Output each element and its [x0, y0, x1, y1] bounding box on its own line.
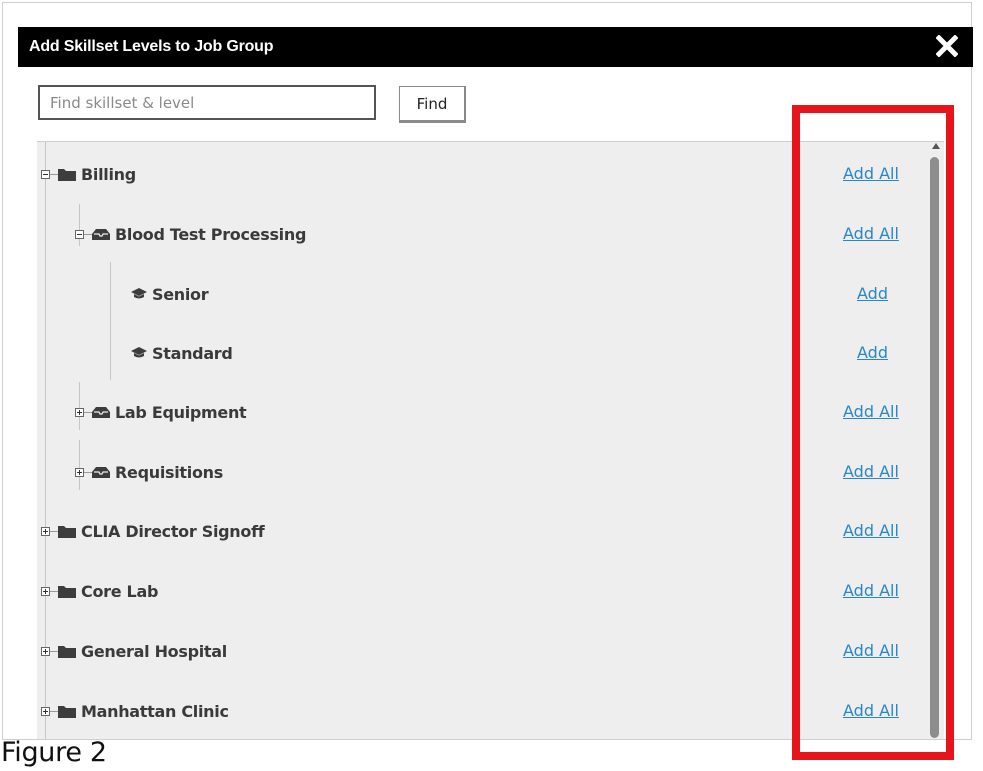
expand-toggle-icon[interactable]: [75, 407, 84, 417]
expand-toggle-icon[interactable]: [41, 526, 50, 536]
close-x-icon[interactable]: [933, 29, 961, 63]
collapse-toggle-icon[interactable]: [41, 169, 50, 179]
add-all-link[interactable]: Add All: [843, 581, 899, 600]
expand-toggle-icon[interactable]: [41, 646, 50, 656]
node-label: Billing: [81, 164, 136, 184]
tree-node-general-hospital[interactable]: General Hospital: [41, 636, 227, 666]
add-all-link[interactable]: Add All: [843, 701, 899, 720]
node-label: General Hospital: [81, 641, 227, 661]
node-label: Senior: [152, 284, 209, 304]
tree-dash: [84, 411, 92, 413]
expand-toggle-icon[interactable]: [41, 586, 50, 596]
folder-icon: [58, 524, 76, 538]
node-label: Lab Equipment: [115, 402, 247, 422]
vertical-scrollbar[interactable]: [927, 141, 943, 738]
expand-toggle-icon[interactable]: [75, 467, 84, 477]
collapse-toggle-icon[interactable]: [75, 229, 84, 239]
tree-dash: [84, 233, 92, 235]
add-all-link[interactable]: Add All: [843, 521, 899, 540]
tree-dash: [50, 710, 58, 712]
folder-icon: [58, 167, 76, 181]
folder-icon: [58, 644, 76, 658]
tree-connector: [110, 262, 111, 380]
tree-node-billing[interactable]: Billing: [41, 159, 136, 189]
scroll-thumb[interactable]: [930, 157, 939, 738]
tree-dash: [50, 590, 58, 592]
figure-caption: Figure 2: [1, 737, 107, 768]
skillset-tree: Billing Add All Blood Test Processing Ad…: [37, 141, 944, 739]
tree-node-requisitions[interactable]: Requisitions: [75, 457, 223, 487]
tree-dash: [50, 650, 58, 652]
tree-node-senior[interactable]: Senior: [131, 279, 209, 309]
node-label: Requisitions: [115, 462, 223, 482]
node-label: Manhattan Clinic: [81, 701, 229, 721]
tree-node-lab-equipment[interactable]: Lab Equipment: [75, 397, 247, 427]
tree-dash: [50, 530, 58, 532]
find-button[interactable]: Find: [399, 86, 466, 123]
dialog-title: Add Skillset Levels to Job Group: [29, 38, 274, 55]
tray-icon: [92, 405, 110, 419]
tray-icon: [92, 465, 110, 479]
tree-node-standard[interactable]: Standard: [131, 338, 233, 368]
add-all-link[interactable]: Add All: [843, 164, 899, 183]
tree-node-core-lab[interactable]: Core Lab: [41, 576, 158, 606]
node-label: Blood Test Processing: [115, 224, 307, 244]
node-label: Core Lab: [81, 581, 159, 601]
graduation-cap-icon: [131, 288, 147, 300]
add-all-link[interactable]: Add All: [843, 641, 899, 660]
folder-icon: [58, 584, 76, 598]
tree-node-blood-test-processing[interactable]: Blood Test Processing: [75, 219, 306, 249]
search-input[interactable]: [38, 85, 376, 120]
add-all-link[interactable]: Add All: [843, 462, 899, 481]
graduation-cap-icon: [131, 347, 147, 359]
tree-node-clia-director-signoff[interactable]: CLIA Director Signoff: [41, 516, 265, 546]
dialog-title-bar: Add Skillset Levels to Job Group: [18, 27, 973, 67]
tree-dash: [84, 471, 92, 473]
node-label: Standard: [152, 343, 233, 363]
folder-icon: [58, 704, 76, 718]
node-label: CLIA Director Signoff: [81, 521, 265, 541]
expand-toggle-icon[interactable]: [41, 706, 50, 716]
add-all-link[interactable]: Add All: [843, 224, 899, 243]
tray-icon: [92, 227, 110, 241]
add-link[interactable]: Add: [857, 284, 888, 303]
add-link[interactable]: Add: [857, 343, 888, 362]
add-all-link[interactable]: Add All: [843, 402, 899, 421]
scroll-up-arrow-icon[interactable]: [932, 143, 940, 149]
tree-dash: [50, 173, 58, 175]
tree-node-manhattan-clinic[interactable]: Manhattan Clinic: [41, 696, 229, 726]
